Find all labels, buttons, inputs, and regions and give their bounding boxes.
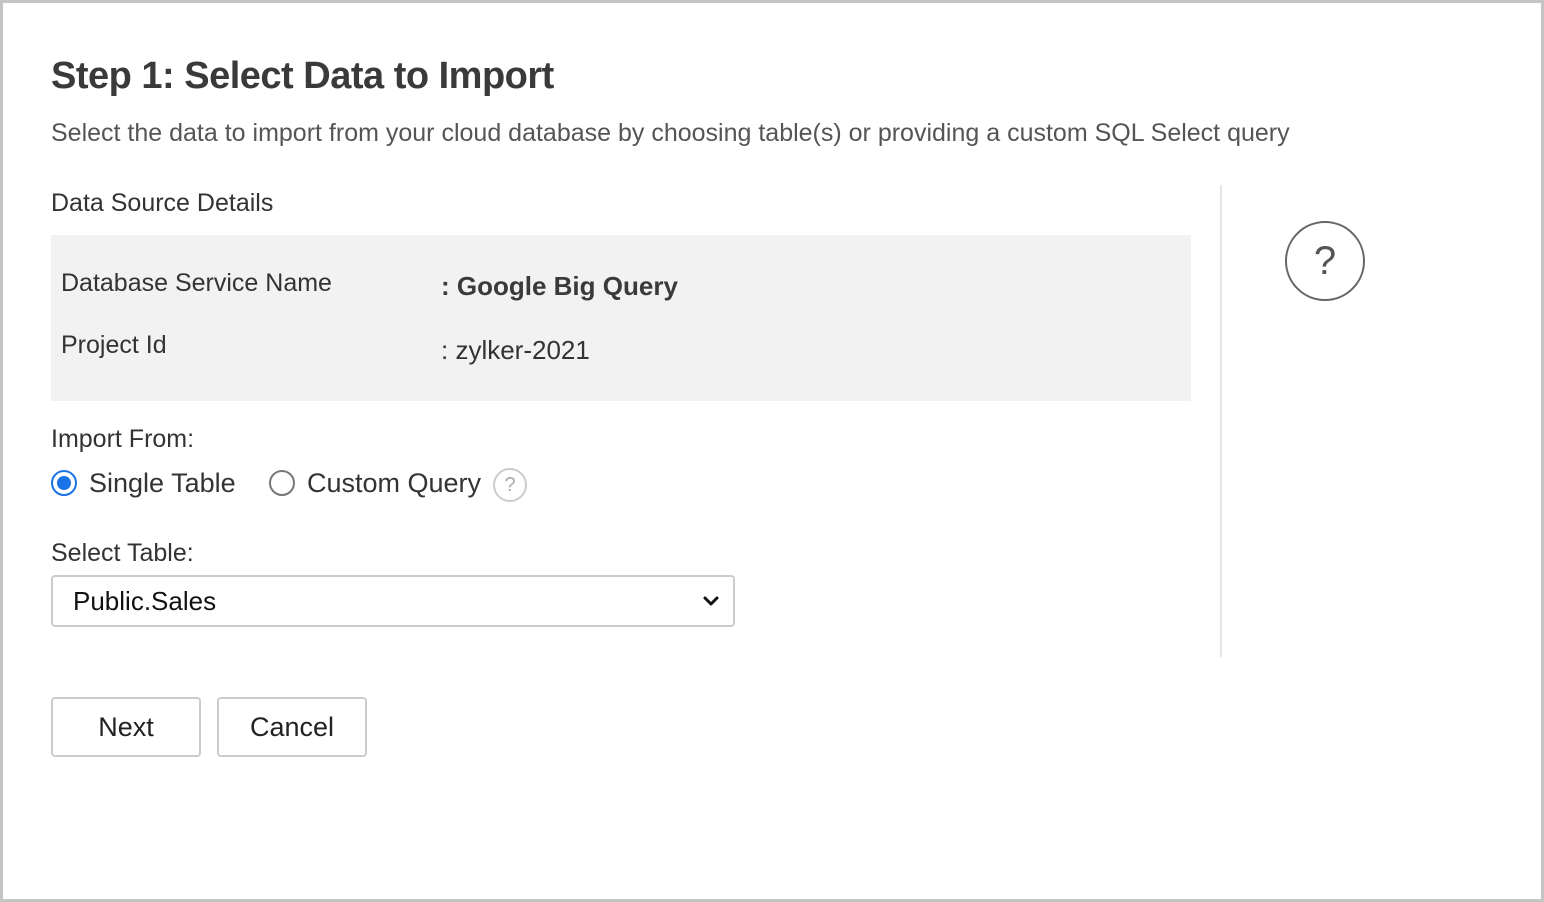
help-icon[interactable]: ?	[1285, 221, 1365, 301]
select-table-value: Public.Sales	[73, 585, 217, 616]
radio-custom-query-label: Custom Query	[307, 467, 482, 498]
data-source-details-panel: Database Service Name : Google Big Query…	[51, 235, 1191, 401]
select-table-label: Select Table:	[51, 539, 194, 567]
radio-single-table-label: Single Table	[89, 467, 236, 498]
page-title: Step 1: Select Data to Import	[51, 55, 554, 97]
next-button[interactable]: Next	[51, 697, 201, 757]
radio-checked-icon[interactable]	[51, 470, 77, 496]
project-id-label: Project Id	[61, 331, 167, 359]
radio-unchecked-icon[interactable]	[269, 470, 295, 496]
custom-query-help-icon[interactable]: ?	[493, 468, 527, 502]
import-dialog: Step 1: Select Data to Import Select the…	[0, 0, 1544, 902]
data-source-section-label: Data Source Details	[51, 189, 274, 217]
radio-custom-query[interactable]: Custom Query	[269, 465, 481, 501]
database-service-name-value: : Google Big Query	[441, 271, 678, 301]
project-id-value: : zylker-2021	[441, 335, 590, 365]
import-from-label: Import From:	[51, 425, 195, 453]
radio-single-table[interactable]: Single Table	[51, 465, 236, 501]
cancel-button[interactable]: Cancel	[217, 697, 367, 757]
vertical-divider	[1220, 185, 1222, 657]
chevron-down-icon	[703, 596, 719, 606]
select-table-dropdown[interactable]: Public.Sales	[51, 575, 735, 627]
database-service-name-label: Database Service Name	[61, 269, 332, 297]
page-subtitle: Select the data to import from your clou…	[51, 119, 1290, 147]
